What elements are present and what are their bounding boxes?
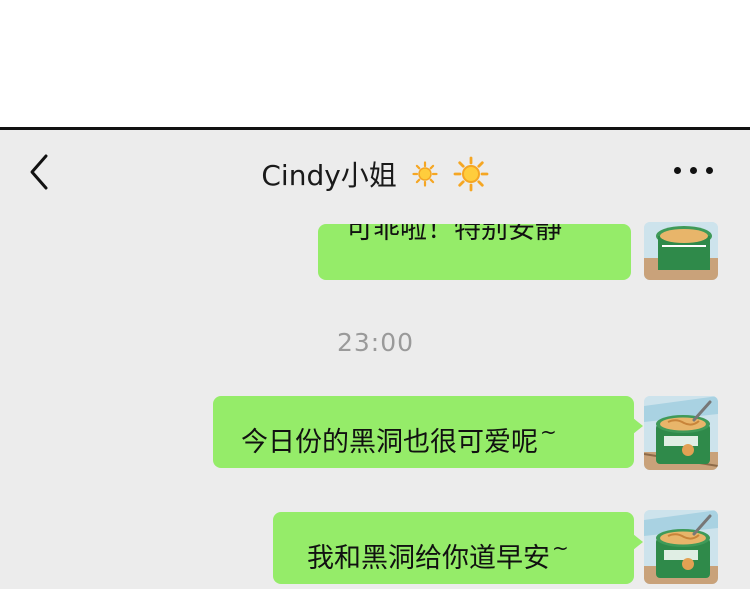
avatar[interactable] (644, 510, 718, 584)
message-bubble[interactable]: 我和黑洞给你道早安 ~ (273, 512, 643, 584)
more-options-button[interactable] (674, 160, 714, 180)
timestamp: 23:00 (337, 328, 415, 357)
more-dot (690, 167, 697, 174)
message-text: 今日份的黑洞也很可爱呢 (241, 427, 538, 458)
message-bubble[interactable]: 可乖啦！特别安静 (318, 224, 631, 280)
chat-screen: Cindy小姐 可乖啦！特别安静 23:00 今日份的黑洞也很可爱呢 ~ 我和黑… (0, 127, 750, 589)
sun-emoji-icon (453, 156, 489, 199)
sun-emoji-icon (412, 160, 438, 194)
chat-title: Cindy小姐 (261, 159, 397, 192)
chat-header: Cindy小姐 (0, 130, 750, 218)
chat-title-container: Cindy小姐 (0, 154, 750, 199)
avatar[interactable] (644, 222, 718, 280)
message-text: 可乖啦！特别安静 (346, 224, 562, 245)
more-dots-icon (674, 167, 681, 174)
top-blank-area (0, 0, 750, 127)
message-bubble[interactable]: 今日份的黑洞也很可爱呢 ~ (213, 396, 643, 468)
avatar[interactable] (644, 396, 718, 470)
message-text: 我和黑洞给你道早安 (307, 543, 550, 574)
more-dot (706, 167, 713, 174)
message-tilde: ~ (552, 536, 569, 560)
message-tilde: ~ (540, 420, 557, 444)
